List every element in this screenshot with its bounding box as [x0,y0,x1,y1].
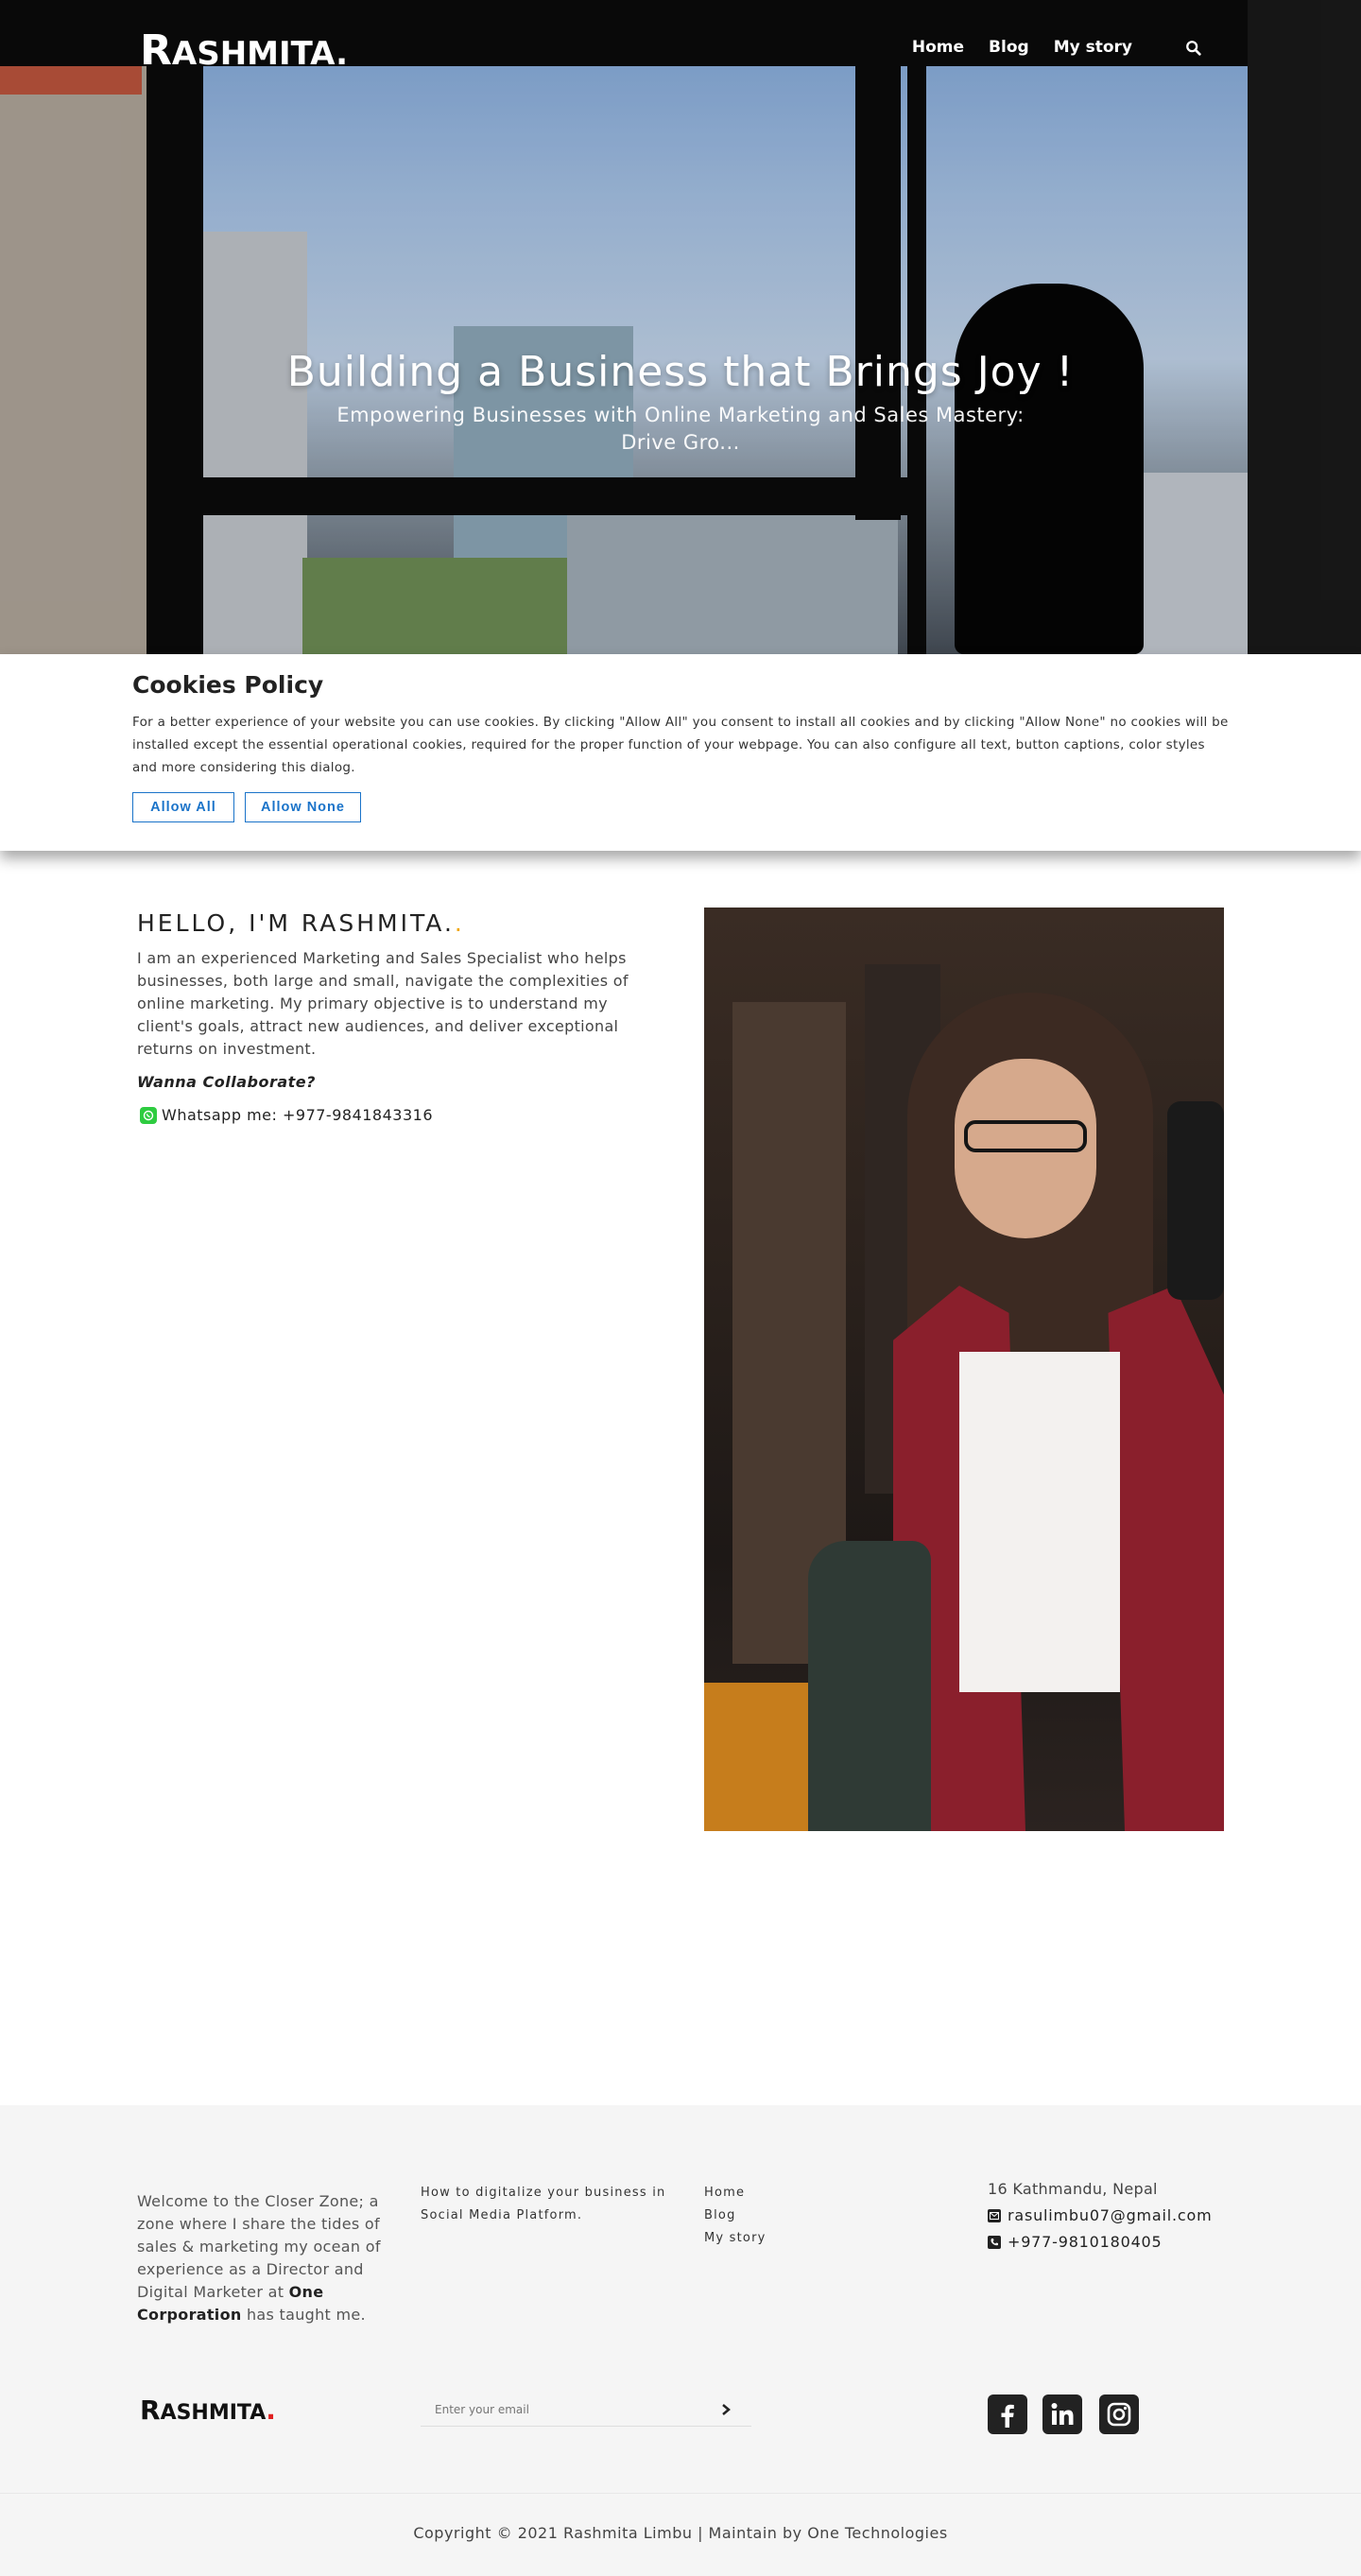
top-navigation: RASHMITA. Home Blog My story [0,0,1361,95]
footer-link-my-story[interactable]: My story [704,2227,767,2250]
phone-icon [988,2235,1001,2249]
newsletter-form [421,2396,751,2427]
linkedin-icon[interactable] [1042,2394,1082,2434]
newsletter-email-input[interactable] [421,2396,704,2423]
footer-links: Home Blog My story [704,2182,767,2250]
footer-link-blog[interactable]: Blog [704,2204,767,2227]
hero-text: Building a Business that Brings Joy ! Em… [0,348,1361,457]
footer-phone[interactable]: +977-9810180405 [988,2233,1213,2251]
whatsapp-text: Whatsapp me: +977-9841843316 [162,1106,433,1124]
facebook-icon[interactable] [988,2394,1027,2434]
nav-menu: Home Blog My story [887,38,1202,61]
profile-photo [704,908,1224,1831]
hero-subtitle: Empowering Businesses with Online Market… [336,404,1025,454]
cookie-banner: Cookies Policy For a better experience o… [0,654,1361,851]
whatsapp-icon [140,1106,157,1124]
about-text: I am an experienced Marketing and Sales … [137,949,629,1058]
nav-item-my-story[interactable]: My story [1054,38,1132,61]
nav-item-home[interactable]: Home [912,38,964,61]
site-logo[interactable]: RASHMITA. [140,26,348,75]
copyright-text: Copyright © 2021 Rashmita Limbu | Mainta… [0,2493,1361,2576]
footer-address: 16 Kathmandu, Nepal [988,2180,1158,2198]
nav-item-blog[interactable]: Blog [989,38,1029,61]
cookie-title: Cookies Policy [132,671,324,699]
allow-all-button[interactable]: Allow All [132,792,234,822]
footer-email[interactable]: rasulimbu07@gmail.com [988,2206,1213,2224]
hero-section: RASHMITA. Home Blog My story Building a … [0,0,1361,654]
collaborate-text: Wanna Collaborate? [137,1073,316,1091]
footer-welcome-text: Welcome to the Closer Zone; a zone where… [137,2192,381,2324]
footer-article-link[interactable]: How to digitalize your business in Socia… [421,2182,666,2227]
footer-link-home[interactable]: Home [704,2182,767,2204]
footer-logo[interactable]: RASHMITA. [140,2394,276,2426]
cookie-text: For a better experience of your website … [132,715,1229,775]
footer-contact: 16 Kathmandu, Nepal rasulimbu07@gmail.co… [988,2180,1213,2251]
whatsapp-link[interactable]: Whatsapp me: +977-9841843316 [140,1106,433,1124]
search-icon[interactable] [1157,38,1202,61]
chevron-right-icon[interactable] [719,2402,732,2417]
about-title: HELLO, I'M RASHMITA.. [137,909,465,937]
hero-title: Building a Business that Brings Joy ! [286,348,1075,396]
envelope-icon [988,2208,1001,2222]
allow-none-button[interactable]: Allow None [245,792,361,822]
instagram-icon[interactable] [1099,2394,1139,2434]
